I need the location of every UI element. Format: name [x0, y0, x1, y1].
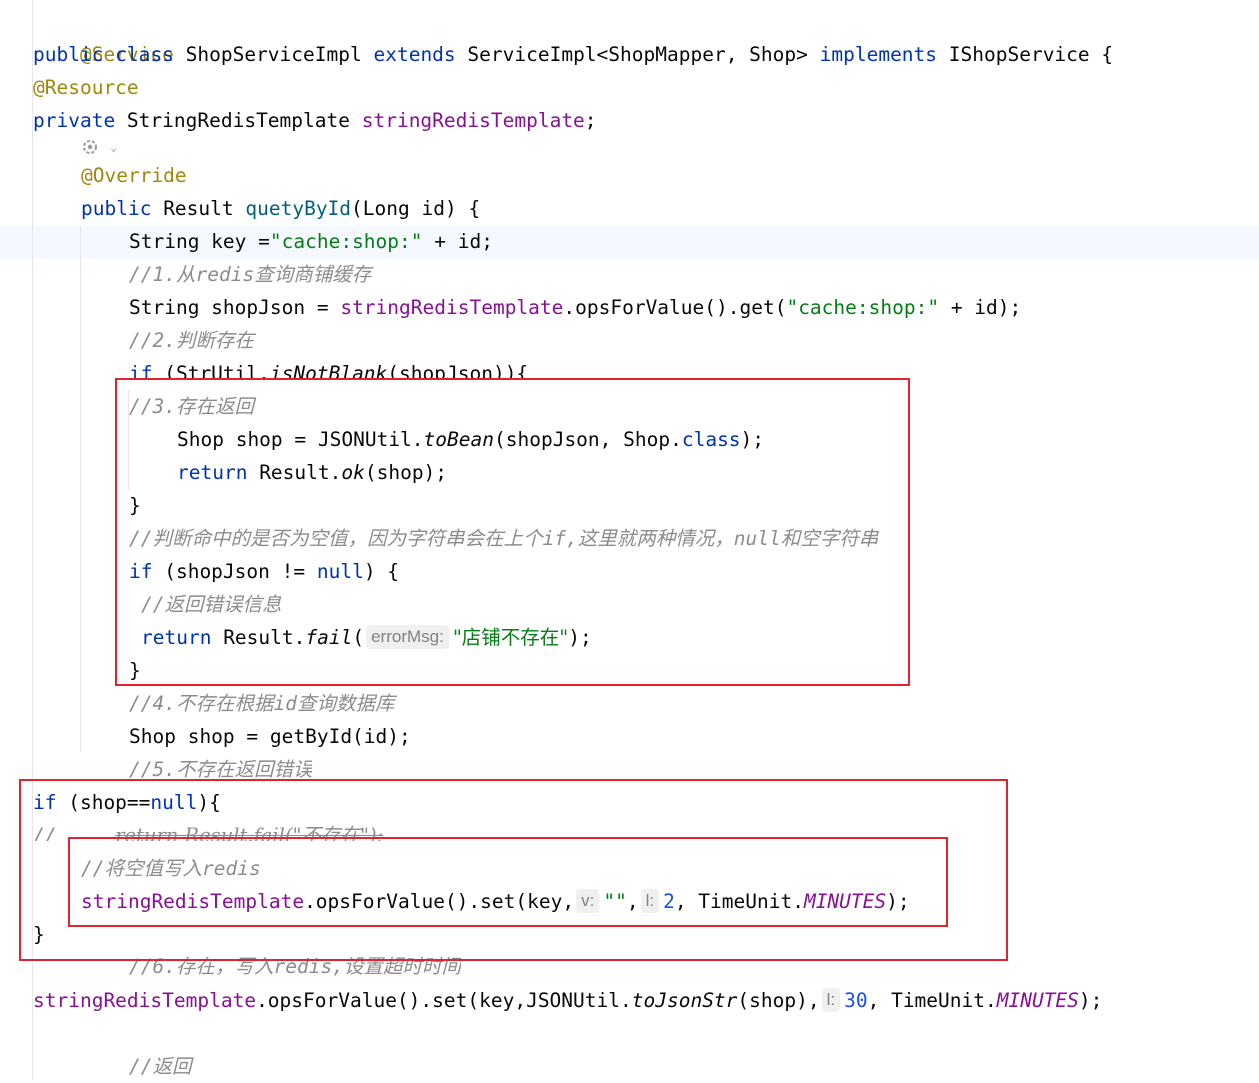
code-token: 判断存在 — [175, 329, 254, 352]
code-token: (shopJson)){ — [387, 362, 529, 379]
gear-icon[interactable]: ⌄ — [80, 136, 120, 160]
code-token: if — [129, 362, 153, 379]
code-token: 30 — [844, 989, 868, 1012]
code-token: extends — [373, 43, 456, 66]
code-token: 返回 — [152, 1055, 192, 1078]
code-token: 不存在返回错误 — [175, 758, 313, 779]
code-line[interactable]: public Result quetyById(Long id) { — [81, 192, 480, 225]
code-token: 不存在根据 — [175, 692, 274, 715]
code-token: id — [273, 692, 297, 715]
code-line[interactable]: @Override — [81, 159, 187, 192]
code-token: private — [33, 109, 116, 132]
code-line[interactable]: //1.从redis查询商铺缓存 — [129, 258, 371, 291]
code-token: 查询商铺缓存 — [254, 263, 372, 286]
code-token: // — [129, 1055, 153, 1078]
code-token: 从 — [175, 263, 196, 286]
code-line[interactable]: //4.不存在根据id查询数据库 — [129, 687, 394, 720]
code-token: + id); — [939, 296, 1022, 319]
code-token: MINUTES — [996, 989, 1079, 1012]
code-line[interactable]: //2.判断存在 — [129, 324, 254, 357]
code-line[interactable]: public class ShopServiceImpl extends Ser… — [33, 38, 1113, 71]
code-token: 查询数据库 — [296, 692, 395, 715]
code-token: @Resource — [33, 76, 139, 99]
code-token: .opsForValue().get( — [563, 296, 787, 319]
code-token: String key = — [129, 230, 270, 253]
code-token: , TimeUnit. — [867, 989, 997, 1012]
code-token: redis — [195, 263, 255, 286]
highlight-box — [115, 378, 910, 686]
code-line[interactable]: String key ="cache:shop:" + id; — [129, 225, 493, 258]
code-token: + id; — [422, 230, 493, 253]
code-line[interactable]: @Service — [33, 5, 174, 66]
indent-guide — [80, 226, 81, 752]
code-token: ; — [584, 109, 597, 132]
code-token: public — [81, 197, 152, 220]
code-token: stringRedisTemplate — [340, 296, 564, 319]
code-token: //1. — [129, 263, 176, 286]
code-line[interactable]: String shopJson = stringRedisTemplate.op… — [129, 291, 1021, 324]
code-token: quetyById — [245, 197, 352, 220]
code-token: .opsForValue().set(key,JSONUtil. — [256, 989, 632, 1012]
code-editor[interactable]: ⌄ @Service public class ShopServiceImpl … — [0, 0, 1259, 1080]
code-line[interactable]: private StringRedisTemplate stringRedisT… — [33, 104, 597, 137]
code-token: String shopJson = — [129, 296, 341, 319]
code-line[interactable]: @Resource — [33, 71, 139, 104]
code-token: //5. — [129, 758, 176, 779]
parameter-hint: l: — [821, 988, 841, 1012]
code-token: Result — [151, 197, 246, 220]
code-token: stringRedisTemplate — [33, 989, 257, 1012]
code-token: (Long id) { — [351, 197, 481, 220]
code-token: "cache:shop:" — [269, 230, 423, 253]
code-token: isNotBlank — [269, 362, 388, 379]
code-token: @Override — [81, 164, 187, 187]
code-token: implements — [819, 43, 938, 66]
code-token: ); — [1078, 989, 1103, 1012]
code-token: Shop shop = getById(id); — [129, 725, 411, 748]
code-line[interactable]: stringRedisTemplate.opsForValue().set(ke… — [33, 984, 1102, 1017]
code-line[interactable]: Shop shop = getById(id); — [129, 720, 411, 753]
code-line[interactable]: //5.不存在返回错误 — [129, 753, 312, 779]
code-line[interactable]: if (StrUtil.isNotBlank(shopJson)){ — [129, 357, 528, 379]
code-token: StringRedisTemplate — [115, 109, 362, 132]
code-token: "cache:shop:" — [786, 296, 940, 319]
highlight-box — [68, 837, 948, 927]
code-token: IShopService { — [937, 43, 1114, 66]
code-token: stringRedisTemplate — [361, 109, 585, 132]
code-token: toJsonStr — [631, 989, 738, 1012]
code-line[interactable]: //返回 — [129, 1050, 192, 1083]
code-token: ShopServiceImpl — [173, 43, 374, 66]
code-token: //2. — [129, 329, 176, 352]
code-token: (StrUtil. — [152, 362, 270, 379]
code-token: //4. — [129, 692, 176, 715]
code-token: public class — [33, 43, 174, 66]
chevron-down-icon: ⌄ — [110, 141, 117, 154]
code-token: (shop), — [737, 989, 820, 1012]
code-token: ServiceImpl<ShopMapper, Shop> — [455, 43, 820, 66]
